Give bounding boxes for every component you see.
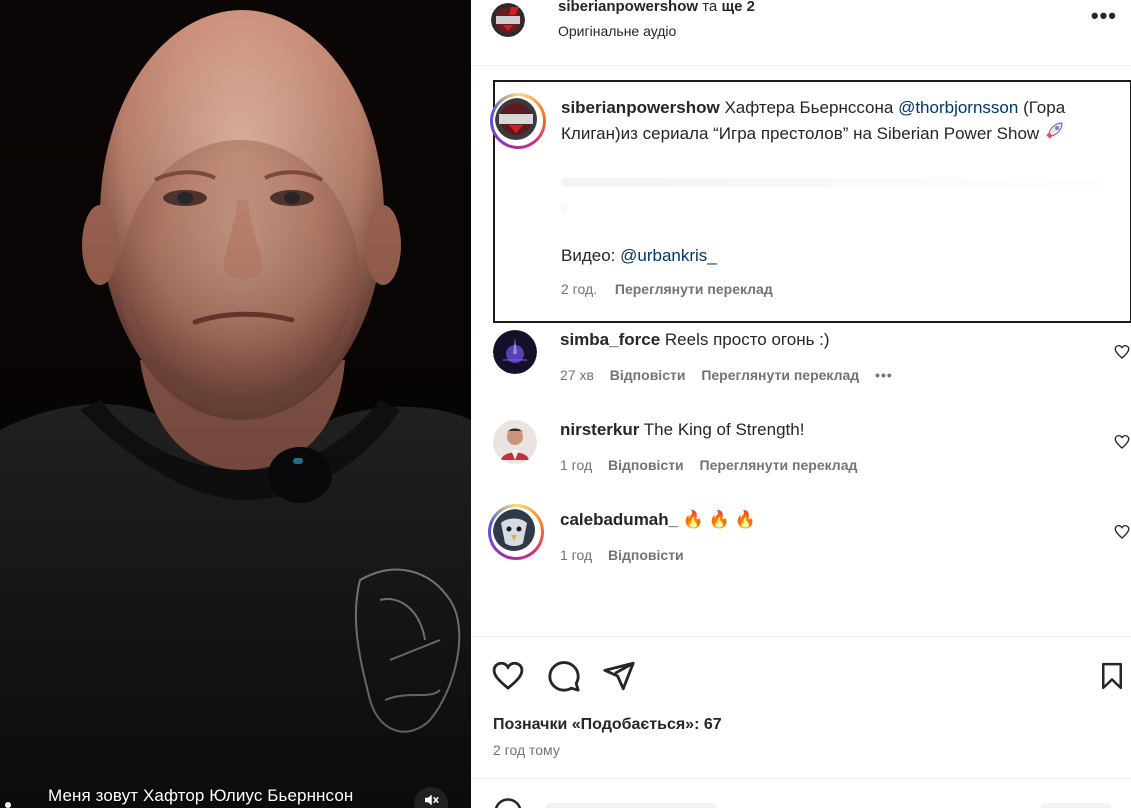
- comment-time: 27 хв: [560, 367, 594, 383]
- post-actions: Позначки «Подобається»: 67 2 год тому: [471, 636, 1131, 776]
- video-frame-image: [0, 0, 471, 808]
- heart-icon[interactable]: [1113, 433, 1131, 451]
- caption-mention-link[interactable]: @thorbjornsson: [898, 98, 1018, 117]
- comment-text: simba_force Reels просто огонь :): [560, 330, 830, 350]
- reply-button[interactable]: Відповісти: [608, 457, 684, 473]
- heart-icon[interactable]: [1113, 523, 1131, 541]
- comment-item: nirsterkur The King of Strength! 1 год В…: [493, 420, 1131, 500]
- progress-dot: [5, 802, 11, 808]
- siberian-power-logo-icon: [495, 98, 537, 140]
- more-options-button[interactable]: •••: [1090, 3, 1117, 28]
- comment-item: simba_force Reels просто огонь :) 27 хв …: [493, 330, 1131, 410]
- author-avatar[interactable]: [491, 3, 525, 37]
- comment-more-button[interactable]: •••: [875, 367, 893, 383]
- header-username-link[interactable]: siberianpowershow: [558, 0, 698, 15]
- header-others-link[interactable]: ще 2: [721, 0, 755, 15]
- comment-avatar[interactable]: [493, 330, 537, 374]
- comment-username-link[interactable]: calebadumah_: [560, 510, 678, 529]
- rocket-emoji-icon: [1045, 122, 1063, 139]
- comment-meta: 1 год Відповісти: [560, 547, 696, 563]
- post-comment-button[interactable]: [1041, 803, 1111, 808]
- video-subtitle: Меня зовут Хафтор Юлиус Бьерннсон: [48, 786, 354, 805]
- caption-time: 2 год.: [561, 281, 598, 297]
- comment-avatar[interactable]: [493, 420, 537, 464]
- original-audio-link[interactable]: Оригінальне аудіо: [558, 23, 676, 39]
- likes-count[interactable]: Позначки «Подобається»: 67: [493, 716, 722, 734]
- header-authors: siberianpowershow та ще 2: [558, 0, 755, 15]
- paper-plane-icon[interactable]: [602, 659, 636, 693]
- caption-username-link[interactable]: siberianpowershow: [561, 98, 720, 117]
- video-credit: Видео: @urbankris_: [561, 246, 717, 266]
- blurred-caption-line: [561, 204, 569, 213]
- comment-bubble-icon[interactable]: [547, 659, 581, 693]
- post-details-panel: siberianpowershow та ще 2 Оригінальне ау…: [471, 0, 1131, 808]
- avatar-image: [493, 330, 537, 374]
- heart-icon[interactable]: [491, 659, 525, 693]
- more-horizontal-icon: •••: [1090, 3, 1117, 28]
- comment-username-link[interactable]: simba_force: [560, 330, 660, 349]
- siberian-power-logo-icon: [491, 3, 525, 37]
- bookmark-icon[interactable]: [1097, 659, 1127, 693]
- post-caption: siberianpowershow Хафтера Бьернссона @th…: [490, 80, 1131, 323]
- comment-time: 1 год: [560, 457, 593, 473]
- comment-username-link[interactable]: nirsterkur: [560, 420, 639, 439]
- speaker-muted-icon: [425, 794, 439, 806]
- emoji-icon[interactable]: [493, 797, 523, 808]
- caption-meta: 2 год. Переглянути переклад: [561, 281, 787, 297]
- comment-text: nirsterkur The King of Strength!: [560, 420, 804, 440]
- comment-translate-button[interactable]: Переглянути переклад: [701, 367, 859, 383]
- comment-body: Reels просто огонь :): [664, 330, 830, 349]
- caption-author-avatar[interactable]: [490, 93, 546, 149]
- comment-body: 🔥 🔥 🔥: [682, 510, 756, 529]
- reply-button[interactable]: Відповісти: [608, 547, 684, 563]
- blurred-caption-line: [561, 178, 1121, 187]
- reply-button[interactable]: Відповісти: [610, 367, 686, 383]
- add-comment-bar: [471, 778, 1131, 808]
- video-credit-mention-link[interactable]: @urbankris_: [620, 246, 717, 265]
- header-and-text: та: [702, 0, 718, 15]
- heart-icon[interactable]: [1113, 343, 1131, 361]
- reel-video-player[interactable]: Меня зовут Хафтор Юлиус Бьерннсон: [0, 0, 471, 808]
- comment-body: The King of Strength!: [643, 420, 805, 439]
- post-timestamp: 2 год тому: [493, 742, 560, 758]
- caption-translate-button[interactable]: Переглянути переклад: [615, 281, 773, 297]
- comment-meta: 1 год Відповісти Переглянути переклад: [560, 457, 869, 473]
- avatar-image: [493, 420, 537, 464]
- caption-text: siberianpowershow Хафтера Бьернссона @th…: [561, 95, 1127, 147]
- post-header: siberianpowershow та ще 2 Оригінальне ау…: [471, 0, 1131, 66]
- avatar-image: [493, 509, 535, 551]
- comment-translate-button[interactable]: Переглянути переклад: [700, 457, 858, 473]
- add-comment-input[interactable]: [546, 803, 716, 808]
- comment-time: 1 год: [560, 547, 593, 563]
- comment-meta: 27 хв Відповісти Переглянути переклад ••…: [560, 367, 905, 383]
- comment-item: calebadumah_ 🔥 🔥 🔥 1 год Відповісти: [488, 504, 1131, 590]
- video-credit-prefix: Видео:: [561, 246, 616, 265]
- comment-text: calebadumah_ 🔥 🔥 🔥: [560, 510, 756, 530]
- comment-avatar[interactable]: [488, 504, 544, 560]
- caption-text-part-1: Хафтера Бьернссона: [724, 98, 894, 117]
